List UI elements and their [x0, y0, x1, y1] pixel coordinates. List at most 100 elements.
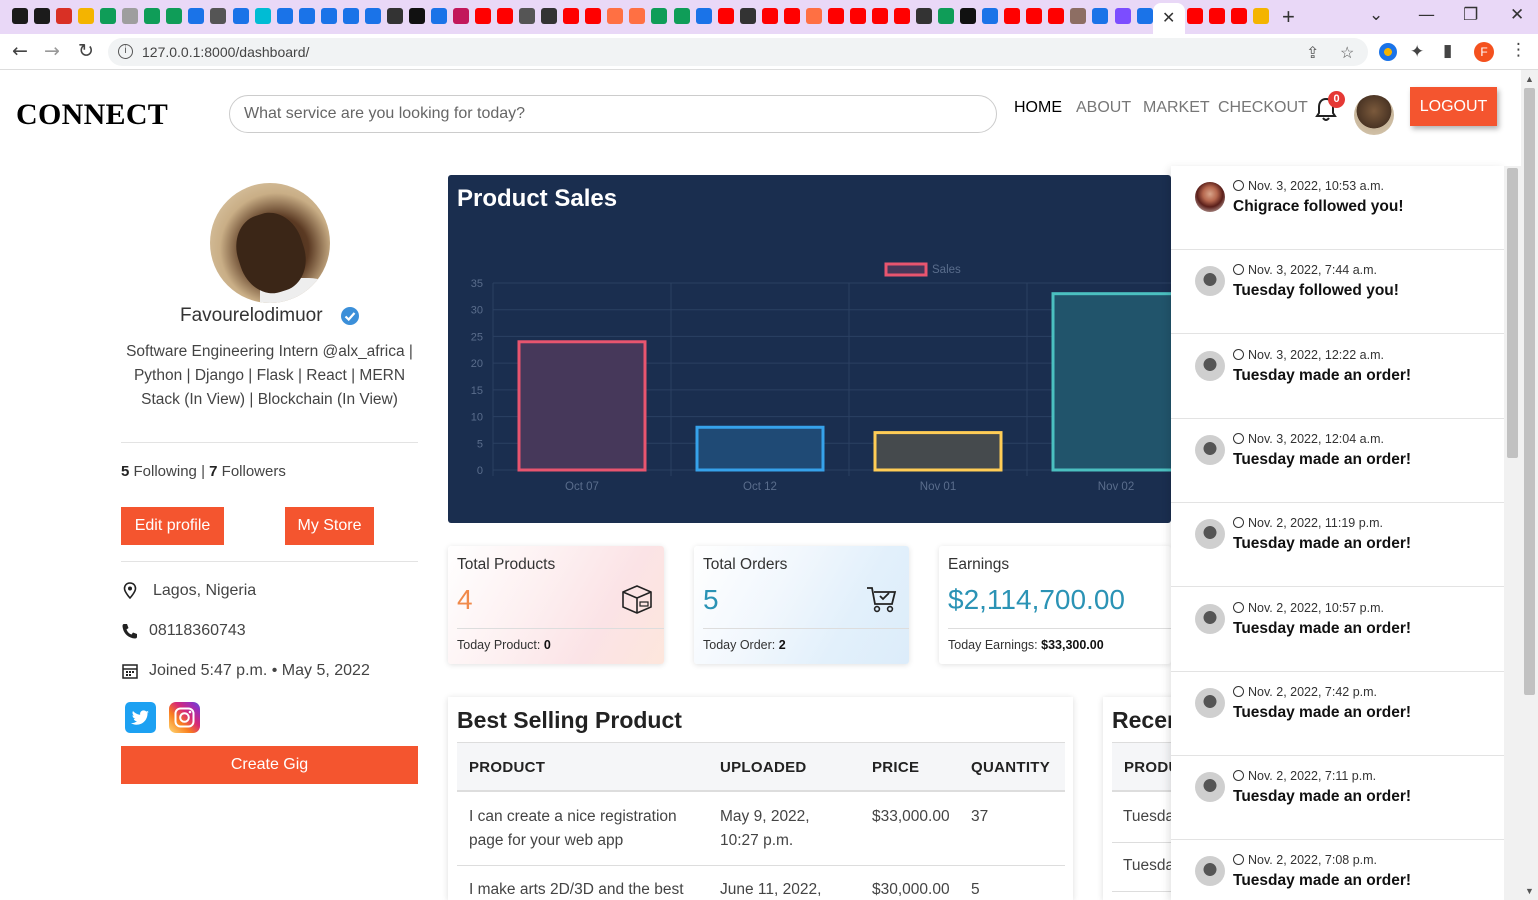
- tab-favicon[interactable]: [1026, 8, 1043, 24]
- notifications-dropdown[interactable]: Nov. 3, 2022, 10:53 a.m. Chigrace followe…: [1171, 166, 1504, 900]
- notifications-scrollbar-thumb[interactable]: [1507, 168, 1518, 458]
- close-window-icon[interactable]: ✕: [1510, 5, 1524, 25]
- close-tab-icon[interactable]: ✕: [1162, 8, 1175, 28]
- restore-icon[interactable]: ❐: [1463, 5, 1478, 25]
- address-bar[interactable]: i 127.0.0.1:8000/dashboard/ ⇪ ☆: [108, 38, 1368, 66]
- tab-favicon[interactable]: [342, 8, 359, 24]
- tab-favicon[interactable]: [408, 8, 425, 24]
- tab-favicon[interactable]: [364, 8, 381, 24]
- tab-favicon[interactable]: [717, 8, 734, 24]
- tab-favicon[interactable]: [982, 8, 999, 24]
- tab-favicon[interactable]: [1253, 8, 1269, 24]
- tab-favicon[interactable]: [188, 8, 205, 24]
- tab-favicon[interactable]: [541, 8, 558, 24]
- tab-favicon[interactable]: [1070, 8, 1087, 24]
- new-tab-button[interactable]: +: [1282, 4, 1295, 30]
- my-store-button[interactable]: My Store: [285, 507, 374, 545]
- forward-icon[interactable]: →: [44, 40, 60, 62]
- tab-favicon[interactable]: [1187, 8, 1203, 24]
- tab-search-icon[interactable]: ⌄: [1369, 5, 1383, 25]
- create-gig-button[interactable]: Create Gig: [121, 746, 418, 784]
- twitter-icon[interactable]: [125, 702, 156, 733]
- tab-favicon[interactable]: [563, 8, 580, 24]
- tab-favicon[interactable]: [519, 8, 536, 24]
- notification-item[interactable]: Nov. 3, 2022, 7:44 a.m. Tuesday followed …: [1171, 250, 1504, 335]
- site-logo[interactable]: CONNECT: [16, 98, 168, 132]
- notification-item[interactable]: Nov. 3, 2022, 10:53 a.m. Chigrace followe…: [1171, 166, 1504, 250]
- bookmark-star-icon[interactable]: ☆: [1340, 43, 1354, 63]
- tab-favicon[interactable]: [166, 8, 183, 24]
- logout-button[interactable]: LOGOUT: [1410, 87, 1497, 126]
- back-icon[interactable]: ←: [12, 40, 28, 62]
- tab-favicon[interactable]: [12, 8, 28, 24]
- tab-favicon[interactable]: [298, 8, 315, 24]
- notification-item[interactable]: Nov. 3, 2022, 12:22 a.m. Tuesday made an …: [1171, 335, 1504, 419]
- tab-favicon[interactable]: [585, 8, 602, 24]
- url-text[interactable]: 127.0.0.1:8000/dashboard/: [142, 44, 309, 60]
- tab-favicon[interactable]: [386, 8, 403, 24]
- tab-favicon[interactable]: [673, 8, 690, 24]
- tab-favicon[interactable]: [1209, 8, 1225, 24]
- extensions-puzzle-icon[interactable]: ✦: [1410, 42, 1424, 62]
- edit-profile-button[interactable]: Edit profile: [121, 507, 224, 545]
- share-icon[interactable]: ⇪: [1306, 43, 1319, 63]
- tab-favicon[interactable]: [1004, 8, 1021, 24]
- scroll-up-arrow-icon[interactable]: ▲: [1525, 74, 1534, 84]
- scroll-down-arrow-icon[interactable]: ▼: [1525, 886, 1534, 896]
- tab-favicon[interactable]: [232, 8, 249, 24]
- browser-menu-icon[interactable]: ⋮: [1510, 40, 1527, 60]
- search-input[interactable]: [229, 95, 997, 133]
- tab-favicon[interactable]: [629, 8, 646, 24]
- tab-favicon[interactable]: [761, 8, 778, 24]
- nav-home[interactable]: HOME: [1014, 99, 1062, 117]
- tab-favicon[interactable]: [34, 8, 51, 24]
- minimize-icon[interactable]: —: [1418, 5, 1435, 25]
- tab-favicon[interactable]: [849, 8, 866, 24]
- tab-favicon[interactable]: [430, 8, 447, 24]
- notification-item[interactable]: Nov. 2, 2022, 11:19 p.m. Tuesday made an …: [1171, 503, 1504, 588]
- tab-favicon[interactable]: [607, 8, 624, 24]
- browser-profile-avatar[interactable]: F: [1474, 42, 1494, 62]
- tab-favicon[interactable]: [1136, 8, 1153, 24]
- tab-favicon[interactable]: [453, 8, 469, 24]
- tab-favicon[interactable]: [894, 8, 910, 24]
- tab-favicon[interactable]: [78, 8, 95, 24]
- tab-favicon[interactable]: [1231, 8, 1247, 24]
- user-avatar[interactable]: [1354, 95, 1394, 135]
- tab-favicon[interactable]: [1092, 8, 1109, 24]
- site-info-icon[interactable]: i: [118, 44, 133, 59]
- notification-item[interactable]: Nov. 2, 2022, 7:08 p.m. Tuesday made an o…: [1171, 840, 1504, 900]
- nav-about[interactable]: ABOUT: [1076, 99, 1131, 117]
- followers-label[interactable]: Followers: [222, 463, 286, 480]
- tab-favicon[interactable]: [916, 8, 933, 24]
- tab-favicon[interactable]: [497, 8, 514, 24]
- tab-favicon[interactable]: [1048, 8, 1065, 24]
- tab-favicon[interactable]: [827, 8, 844, 24]
- nav-checkout[interactable]: CHECKOUT: [1218, 99, 1308, 117]
- page-scrollbar-thumb[interactable]: [1524, 88, 1535, 695]
- tab-favicon[interactable]: [695, 8, 712, 24]
- tab-favicon[interactable]: [56, 8, 73, 24]
- tab-favicon[interactable]: [100, 8, 117, 24]
- tab-favicon[interactable]: [320, 8, 337, 24]
- tab-favicon[interactable]: [960, 8, 977, 24]
- tab-favicon[interactable]: [739, 8, 756, 24]
- tab-favicon[interactable]: [276, 8, 293, 24]
- active-tab[interactable]: ✕: [1153, 3, 1185, 34]
- notification-item[interactable]: Nov. 2, 2022, 7:11 p.m. Tuesday made an o…: [1171, 756, 1504, 841]
- tab-favicon[interactable]: [651, 8, 668, 24]
- reload-icon[interactable]: ↻: [78, 40, 94, 62]
- tab-favicon[interactable]: [122, 8, 139, 24]
- tab-favicon[interactable]: [805, 8, 822, 24]
- tab-favicon[interactable]: [254, 8, 271, 24]
- following-label[interactable]: Following: [134, 463, 197, 480]
- tab-favicon[interactable]: [475, 8, 492, 24]
- notification-item[interactable]: Nov. 2, 2022, 7:42 p.m. Tuesday made an o…: [1171, 672, 1504, 756]
- tab-favicon[interactable]: [144, 8, 161, 24]
- side-panel-icon[interactable]: ▮: [1443, 41, 1452, 61]
- tab-favicon[interactable]: [210, 8, 227, 24]
- notification-item[interactable]: Nov. 2, 2022, 10:57 p.m. Tuesday made an …: [1171, 588, 1504, 672]
- nav-market[interactable]: MARKET: [1143, 99, 1210, 117]
- instagram-icon[interactable]: [169, 702, 200, 733]
- tab-favicon[interactable]: [938, 8, 955, 24]
